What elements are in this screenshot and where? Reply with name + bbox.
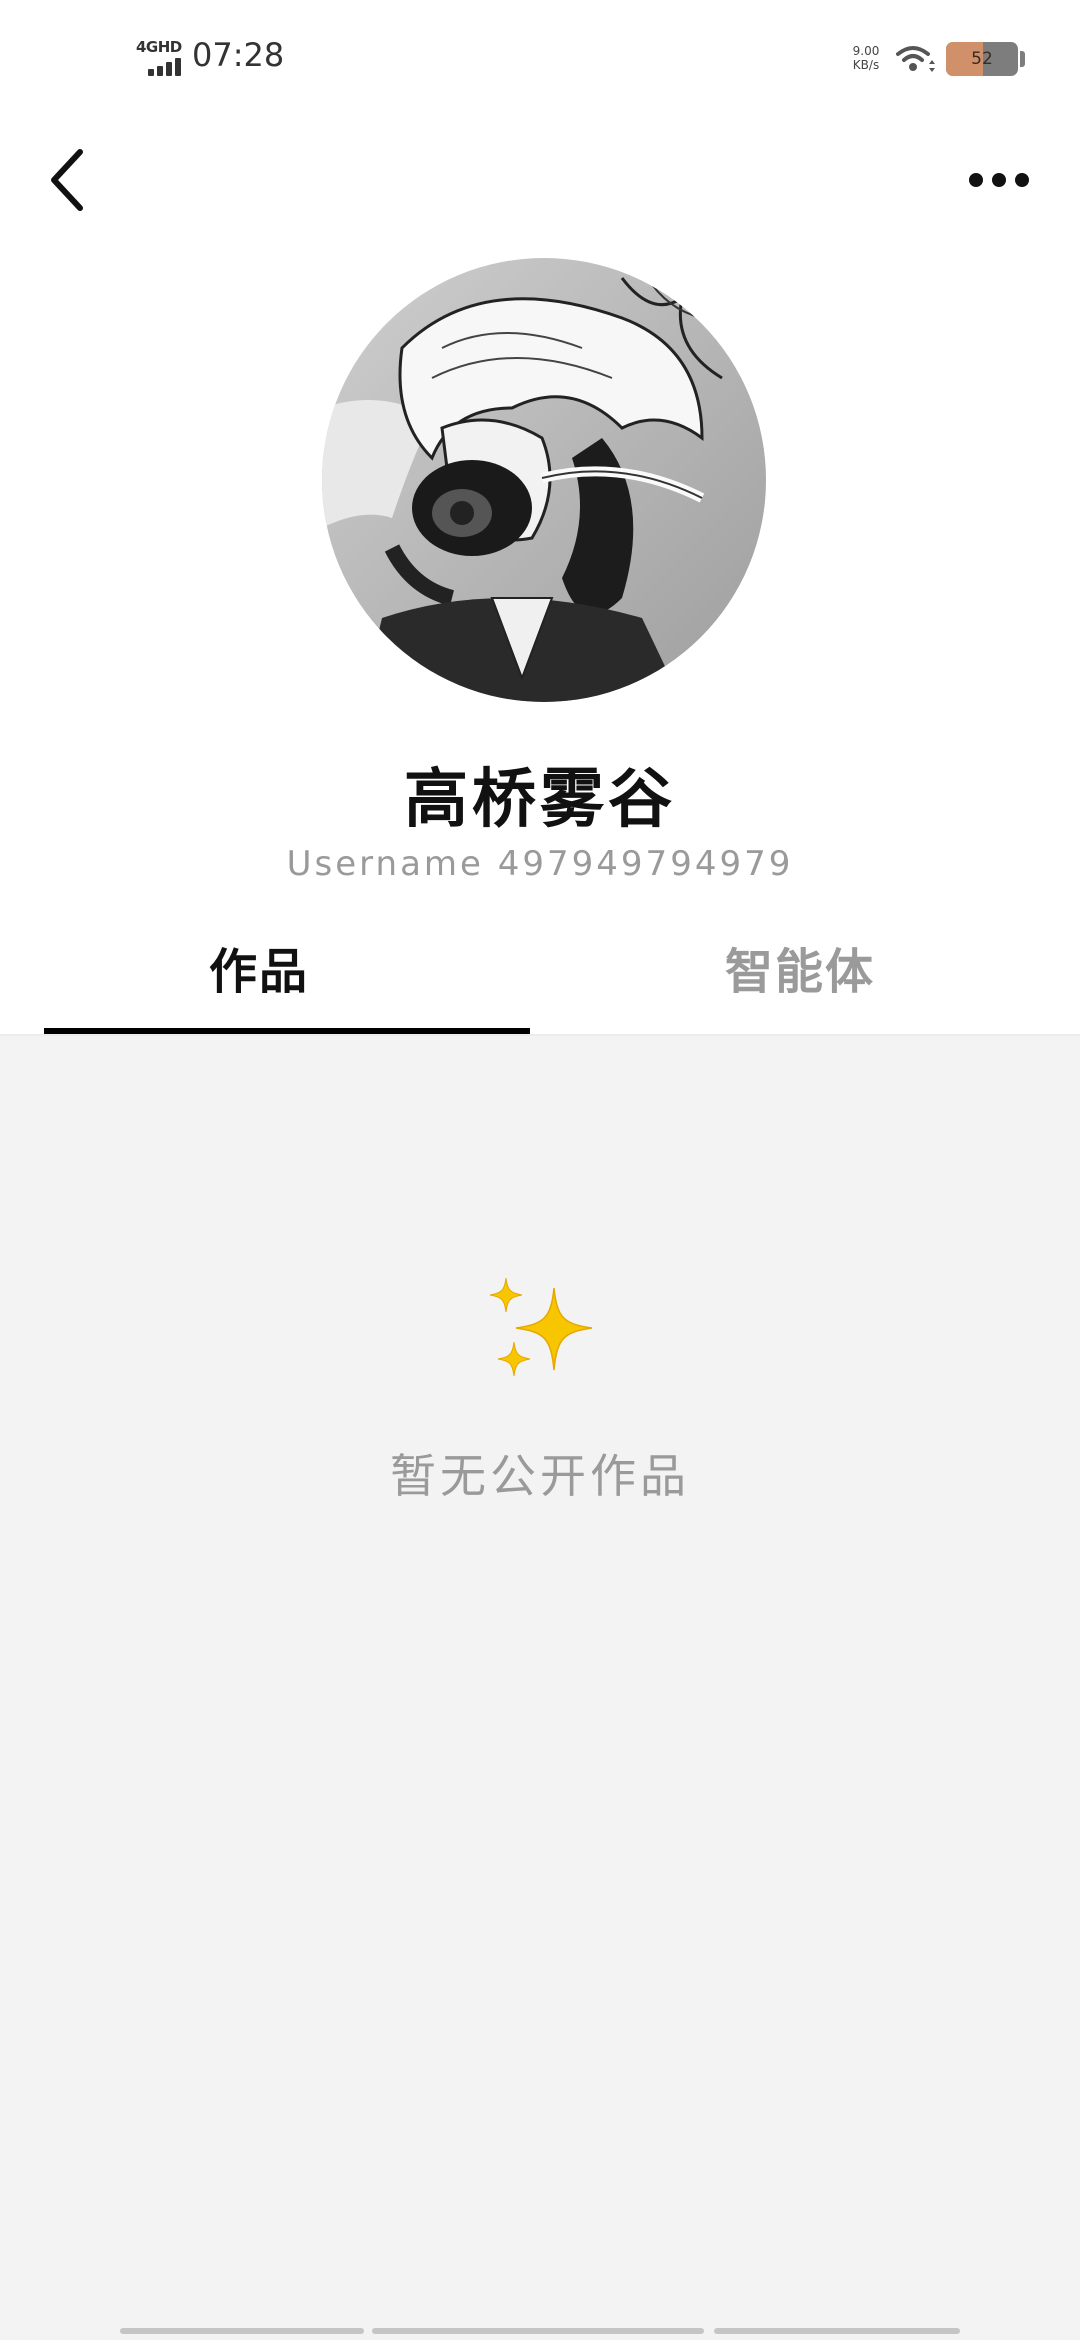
works-content: 暂无公开作品 [0, 1036, 1080, 2340]
wifi-icon [896, 46, 935, 72]
status-time: 07:28 [192, 36, 285, 74]
avatar-image [322, 258, 766, 702]
tab-works[interactable]: 作品 [44, 900, 530, 1035]
network-type: 4GHD [136, 38, 182, 56]
avatar[interactable] [322, 258, 766, 702]
bottom-nav-hint-center [372, 2328, 704, 2334]
battery-icon: 52 [946, 42, 1018, 76]
display-name: 高桥雾谷 [404, 762, 676, 837]
sparkles-icon [489, 1277, 593, 1377]
profile-screen: 4GHD 07:28 9.00 KB/s 52 高桥雾谷 Username 49… [0, 0, 1080, 2340]
cellular-signal-icon: 4GHD [136, 38, 186, 78]
tab-bar: 作品 智能体 [0, 900, 1080, 1035]
back-button[interactable] [36, 140, 100, 220]
empty-state-message: 暂无公开作品 [390, 1449, 690, 1503]
bottom-nav-hint-left [120, 2328, 364, 2334]
username[interactable]: Username 497949794979 [0, 844, 1080, 884]
network-speed: 9.00 KB/s [846, 44, 886, 72]
bottom-nav-hint-right [714, 2328, 960, 2334]
tab-agents[interactable]: 智能体 [540, 900, 1040, 1035]
chevron-left-icon [51, 149, 83, 211]
more-horizontal-icon [969, 173, 1029, 187]
more-options-button[interactable] [958, 150, 1048, 210]
battery-level: 52 [971, 49, 993, 69]
battery-tip [1020, 51, 1025, 67]
network-speed-value: 9.00 [852, 44, 880, 58]
network-speed-unit: KB/s [852, 58, 880, 72]
status-bar: 4GHD 07:28 9.00 KB/s 52 [0, 0, 1080, 120]
tab-label: 作品 [208, 944, 309, 1000]
tab-label: 智能体 [724, 944, 875, 1000]
